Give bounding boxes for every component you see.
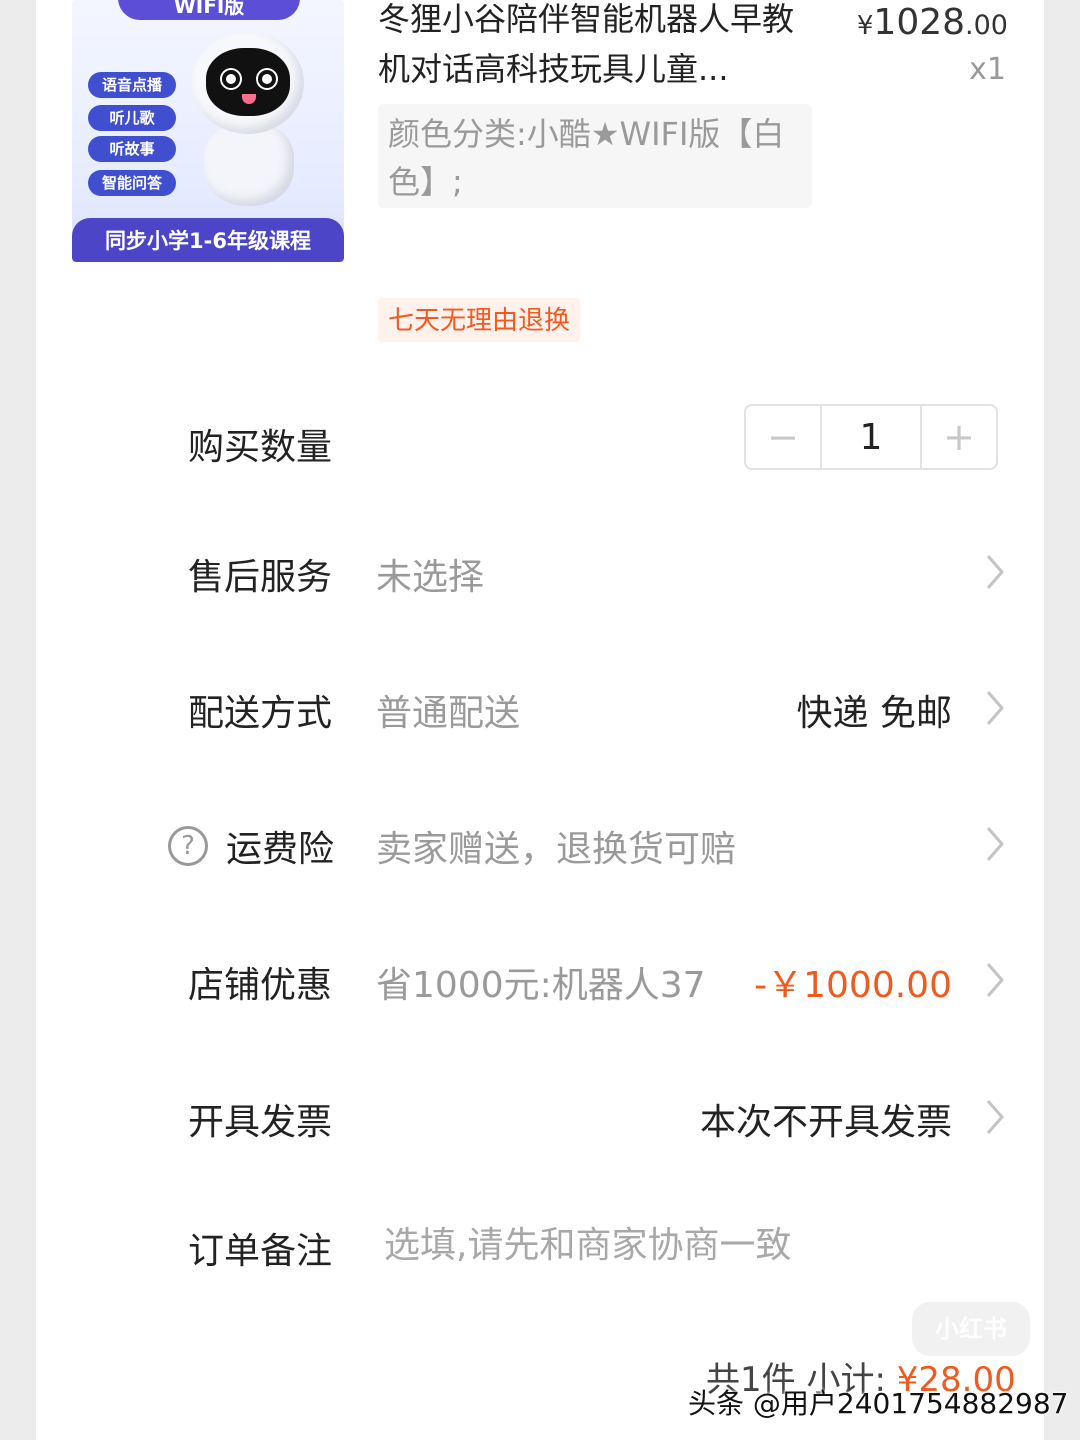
shipping-insurance-label: 运费险 (226, 829, 335, 870)
price-symbol: ¥ (856, 11, 874, 41)
shipping-insurance-value: 卖家赠送，退换货可赔 (376, 829, 737, 870)
minus-button[interactable]: − (746, 406, 820, 468)
product-price: ¥1028.00 (857, 2, 1008, 43)
quantity-value[interactable]: 1 (820, 406, 922, 468)
price-cents: .00 (965, 10, 1008, 41)
robot-body-illustration (204, 124, 294, 206)
product-tag: 智能问答 (88, 170, 176, 196)
row-delivery[interactable]: 配送方式 普通配送 快递 免邮 (0, 676, 1080, 736)
row-shipping-insurance[interactable]: ? 运费险 卖家赠送，退换货可赔 (0, 812, 1080, 872)
product-tag: 听儿歌 (88, 105, 176, 131)
chevron-right-icon (986, 963, 1004, 997)
product-tag: 语音点播 (88, 72, 176, 98)
delivery-label: 配送方式 (188, 693, 333, 734)
product-title[interactable]: 冬狸小谷陪伴智能机器人早教机对话高科技玩具儿童... (378, 0, 818, 94)
plus-button[interactable]: + (922, 406, 996, 468)
quantity-stepper[interactable]: − 1 + (744, 404, 998, 470)
after-sales-label: 售后服务 (188, 557, 333, 598)
help-icon[interactable]: ? (168, 826, 208, 866)
row-store-discount[interactable]: 店铺优惠 省1000元:机器人37 -￥1000.00 (0, 948, 1080, 1008)
return-policy-badge: 七天无理由退换 (378, 298, 581, 342)
price-integer: 1028 (873, 2, 966, 43)
store-discount-value: 省1000元:机器人37 (376, 965, 706, 1006)
store-discount-label: 店铺优惠 (188, 965, 333, 1006)
product-tag: 听故事 (88, 136, 176, 162)
watermark-logo: 小红书 (912, 1302, 1030, 1356)
robot-head-illustration (192, 32, 304, 134)
chevron-right-icon (986, 827, 1004, 861)
row-after-sales[interactable]: 售后服务 未选择 (0, 540, 1080, 600)
store-discount-amount: -￥1000.00 (754, 965, 952, 1006)
after-sales-value: 未选择 (376, 557, 485, 598)
product-image[interactable]: WIFI版 语音点播 听儿歌 听故事 智能问答 同步小学1-6年级课程 (72, 0, 344, 262)
watermark-credit: 头条 @用户2401754882987 (688, 1387, 1069, 1420)
product-image-banner: 同步小学1-6年级课程 (72, 218, 344, 262)
invoice-value: 本次不开具发票 (699, 1102, 952, 1143)
chevron-right-icon (986, 691, 1004, 725)
chevron-right-icon (986, 1100, 1004, 1134)
quantity-label: 购买数量 (188, 427, 333, 468)
delivery-value: 普通配送 (376, 693, 521, 734)
product-image-badge: WIFI版 (118, 0, 300, 20)
row-invoice[interactable]: 开具发票 本次不开具发票 (0, 1085, 1080, 1145)
order-note-input[interactable] (384, 1218, 984, 1272)
order-note-label: 订单备注 (188, 1231, 333, 1272)
product-spec[interactable]: 颜色分类:小酷★WIFI版【白色】; (378, 104, 812, 208)
chevron-right-icon (986, 555, 1004, 589)
delivery-right: 快递 免邮 (796, 693, 952, 734)
product-quantity: x1 (969, 52, 1006, 87)
invoice-label: 开具发票 (188, 1102, 333, 1143)
